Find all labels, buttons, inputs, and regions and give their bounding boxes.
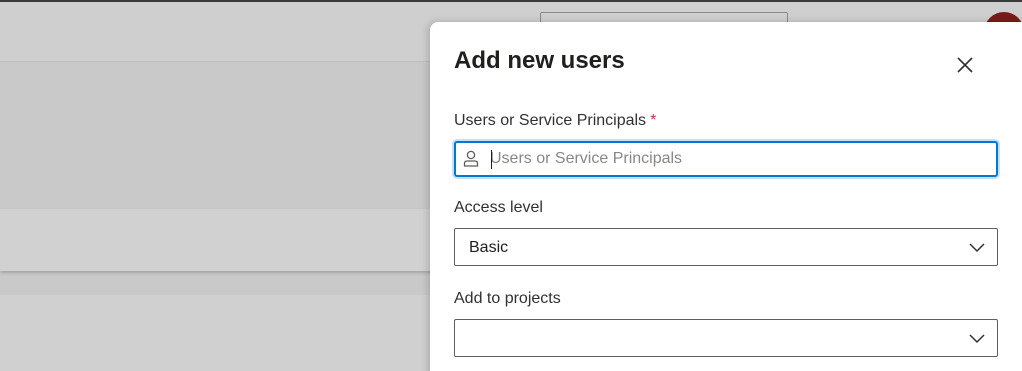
person-icon	[463, 150, 479, 167]
access-level-dropdown[interactable]: Basic	[454, 228, 998, 266]
projects-label: Add to projects	[454, 290, 561, 307]
chevron-down-icon	[969, 334, 985, 344]
users-input[interactable]	[490, 143, 986, 175]
text-cursor	[491, 150, 492, 169]
close-icon	[957, 57, 973, 73]
required-marker: *	[650, 112, 657, 129]
projects-dropdown[interactable]	[454, 319, 998, 357]
users-picker[interactable]	[454, 141, 998, 177]
panel-title: Add new users	[454, 47, 625, 74]
users-field-label: Users or Service Principals *	[454, 111, 656, 131]
screen: Add new users Users or Service Principal…	[0, 0, 1022, 371]
users-field-label-text: Users or Service Principals	[454, 112, 647, 129]
add-users-panel: Add new users Users or Service Principal…	[430, 22, 1022, 371]
access-level-label: Access level	[454, 199, 543, 216]
chevron-down-icon	[969, 243, 985, 253]
close-button[interactable]	[954, 54, 976, 76]
access-level-value: Basic	[469, 239, 509, 256]
